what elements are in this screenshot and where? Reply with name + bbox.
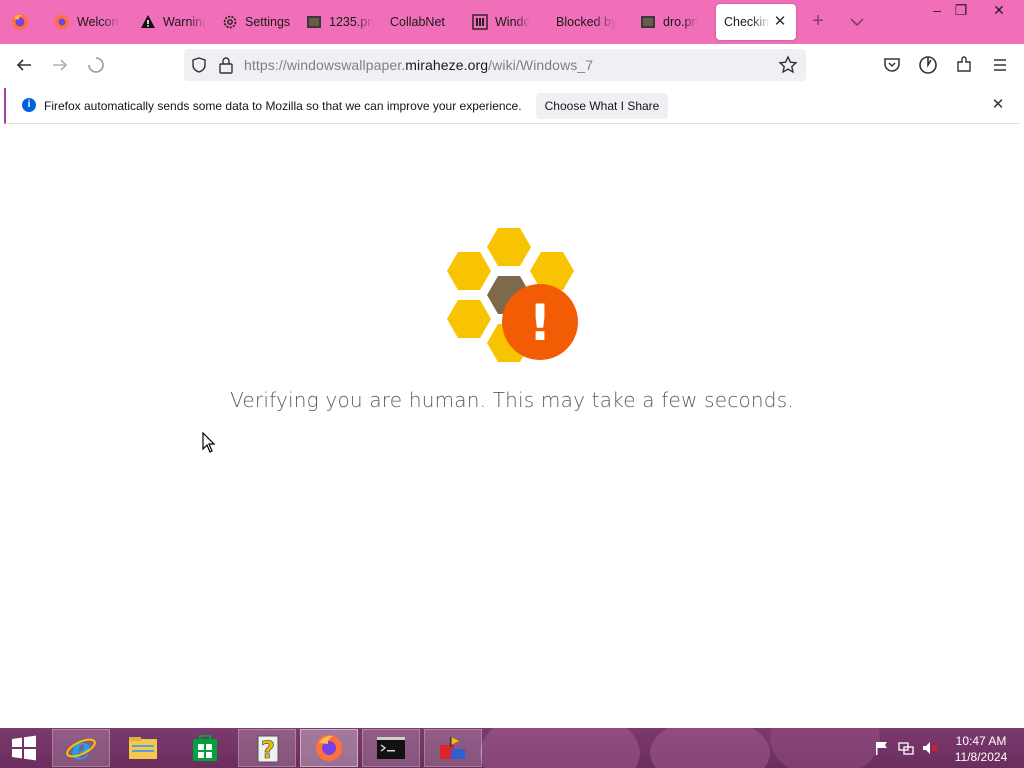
notification-message: Firefox automatically sends some data to…: [44, 99, 522, 113]
restore-button[interactable]: ❐: [944, 0, 978, 22]
extensions-icon[interactable]: [952, 53, 976, 77]
tab-label: CollabNet: [390, 15, 445, 29]
new-tab-button[interactable]: +: [806, 10, 830, 34]
tracking-shield-icon[interactable]: [190, 56, 208, 74]
hamburger-menu-icon[interactable]: [988, 53, 1012, 77]
account-icon[interactable]: [916, 53, 940, 77]
tab-windows-wiki[interactable]: Windo: [472, 4, 536, 40]
command-prompt-icon: [377, 737, 405, 759]
store-icon: [193, 735, 217, 761]
firefox-view-icon[interactable]: [8, 10, 32, 34]
close-notification-icon[interactable]: ✕: [990, 97, 1006, 113]
windows-taskbar: e ? 10:47 AM 11/8/2024: [0, 728, 1024, 768]
bookmark-star-icon[interactable]: [778, 55, 798, 75]
close-tab-icon[interactable]: ✕: [772, 14, 788, 30]
folder-icon: [129, 737, 157, 759]
system-clock[interactable]: 10:47 AM 11/8/2024: [946, 733, 1016, 765]
clock-date: 11/8/2024: [954, 750, 1008, 764]
tab-label: Blocked by: [556, 15, 618, 29]
tab-blocked[interactable]: Blocked by: [556, 4, 620, 40]
start-button[interactable]: [8, 734, 40, 762]
svg-text:?: ?: [261, 736, 275, 764]
action-center-flag-icon[interactable]: [874, 740, 890, 756]
forward-button[interactable]: [48, 53, 72, 77]
tab-settings[interactable]: Settings: [222, 4, 302, 40]
wallpaper-blob: [770, 728, 880, 768]
clock-time: 10:47 AM: [955, 734, 1007, 748]
gear-icon: [222, 14, 238, 30]
alert-exclamation-icon: !: [529, 294, 552, 352]
control-panel-icon: [440, 737, 465, 759]
choose-what-i-share-button[interactable]: Choose What I Share: [536, 93, 668, 119]
url-text: https://windowswallpaper.miraheze.org/wi…: [244, 57, 594, 73]
close-window-button[interactable]: ✕: [982, 0, 1016, 22]
firefox-taskbar-button[interactable]: [300, 729, 358, 767]
command-prompt-taskbar-button[interactable]: [362, 729, 420, 767]
tab-dro-png[interactable]: dro.pn: [640, 4, 704, 40]
control-panel-taskbar-button[interactable]: [424, 729, 482, 767]
tab-1235-png[interactable]: 1235.pn: [306, 4, 376, 40]
verification-message: Verifying you are human. This may take a…: [230, 388, 794, 412]
url-bar[interactable]: https://windowswallpaper.miraheze.org/wi…: [184, 49, 806, 81]
tab-label: Windo: [495, 15, 531, 29]
back-button[interactable]: [12, 53, 36, 77]
file-explorer-taskbar-button[interactable]: [114, 729, 172, 767]
tab-label: Welcome: [77, 15, 120, 29]
image-thumbnail-icon: [306, 14, 322, 30]
volume-muted-icon[interactable]: [922, 740, 938, 756]
wallpaper-blob: [650, 728, 770, 768]
data-collection-notification: i Firefox automatically sends some data …: [4, 88, 1020, 124]
wikipedia-icon: [472, 14, 488, 30]
page-content: ! Verifying you are human. This may take…: [0, 126, 1024, 728]
mouse-cursor-icon: [202, 431, 216, 454]
tab-strip: Welcome Warning Settings 1235.pn CollabN…: [0, 0, 1024, 44]
stop-loading-icon[interactable]: [84, 53, 108, 77]
warning-icon: [140, 14, 156, 30]
help-taskbar-button[interactable]: ?: [238, 729, 296, 767]
image-thumbnail-icon: [640, 14, 656, 30]
chevron-down-icon[interactable]: [846, 12, 868, 32]
lock-icon[interactable]: [218, 56, 234, 74]
firefox-icon: [316, 735, 342, 761]
info-icon: i: [22, 98, 36, 112]
wallpaper-blob: [480, 728, 640, 768]
pocket-icon[interactable]: [880, 53, 904, 77]
tab-label: Settings: [245, 15, 291, 29]
tab-label: 1235.pn: [329, 15, 375, 29]
store-taskbar-button[interactable]: [176, 729, 234, 767]
miraheze-verification-logo: !: [440, 226, 586, 368]
svg-text:e: e: [71, 732, 90, 764]
firefox-icon: [54, 14, 70, 30]
internet-explorer-icon: e: [66, 732, 96, 764]
tab-warning[interactable]: Warning: [140, 4, 206, 40]
tab-label: Checking: [724, 15, 770, 29]
internet-explorer-taskbar-button[interactable]: e: [52, 729, 110, 767]
tab-label: dro.pn: [663, 15, 699, 29]
tab-label: Warning: [163, 15, 206, 29]
tab-collabnet[interactable]: CollabNet: [390, 4, 460, 40]
tab-checking-active[interactable]: Checking ✕: [716, 4, 796, 40]
help-icon: ?: [257, 735, 279, 764]
network-icon[interactable]: [898, 740, 914, 756]
tab-welcome[interactable]: Welcome: [54, 4, 120, 40]
